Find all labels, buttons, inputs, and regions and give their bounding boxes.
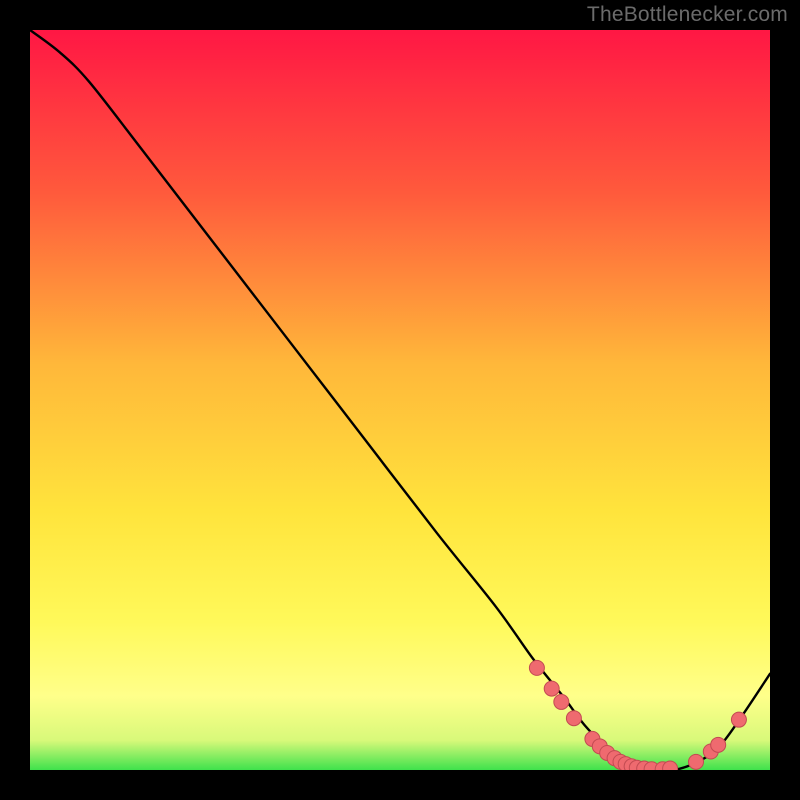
chart-svg [30,30,770,770]
curve-marker [544,681,559,696]
curve-marker [689,754,704,769]
gradient-background [30,30,770,770]
chart-frame: TheBottlenecker.com [0,0,800,800]
attribution-text: TheBottlenecker.com [587,3,788,27]
curve-marker [554,694,569,709]
chart-plot-area [30,30,770,770]
curve-marker [566,711,581,726]
curve-marker [529,660,544,675]
curve-marker [731,712,746,727]
curve-marker [711,737,726,752]
